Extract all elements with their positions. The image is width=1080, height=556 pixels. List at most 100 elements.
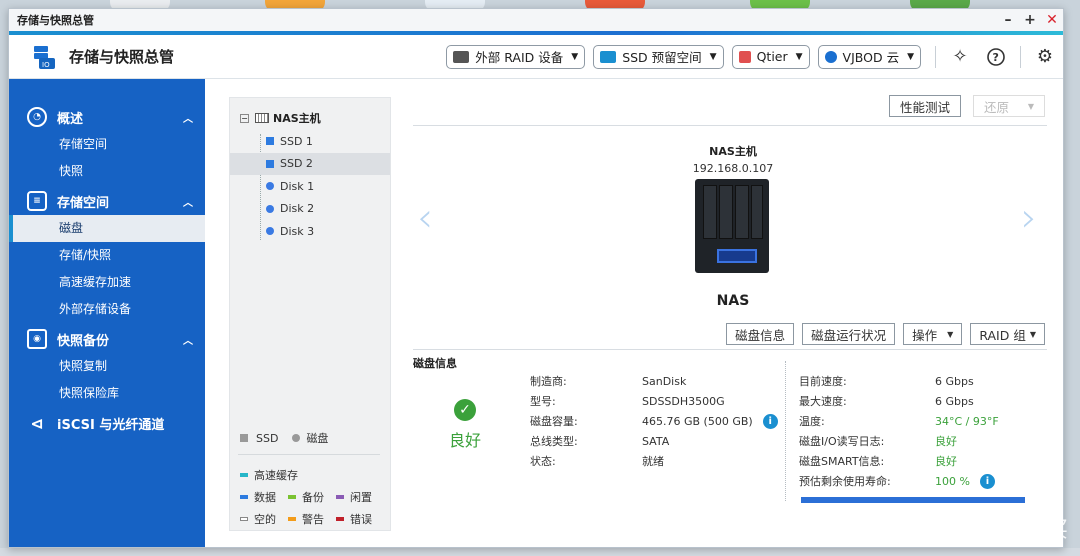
life-remaining-fill bbox=[801, 497, 1025, 503]
tree-item-disk3[interactable]: Disk 3 bbox=[230, 220, 390, 243]
legend-swatch bbox=[336, 517, 344, 521]
sidebar-item-snapshot-replica[interactable]: 快照复制 bbox=[9, 353, 205, 380]
close-icon[interactable]: ✕ bbox=[1041, 12, 1063, 28]
tools-icon[interactable]: ✧ bbox=[948, 45, 972, 69]
hdd-type-icon bbox=[266, 204, 274, 213]
sidebar-item-snapshot-overview[interactable]: 快照 bbox=[9, 158, 205, 185]
operate-dropdown[interactable]: 操作 ▼ bbox=[903, 323, 963, 345]
legend-swatch bbox=[240, 495, 248, 499]
disk-actions: 磁盘信息 磁盘运行状况 操作 ▼ RAID 组 ▼ bbox=[718, 323, 1045, 345]
tree-item-label: Disk 1 bbox=[280, 179, 315, 193]
qtier-icon bbox=[738, 50, 751, 63]
tree-item-ssd1[interactable]: SSD 1 bbox=[230, 130, 390, 153]
collapse-icon[interactable]: − bbox=[240, 113, 249, 123]
iscsi-icon: ⊲ bbox=[30, 413, 44, 433]
database-icon: ≡ bbox=[27, 191, 47, 211]
tree-item-ssd2[interactable]: SSD 2 bbox=[230, 152, 390, 175]
tree-item-disk1[interactable]: Disk 1 bbox=[230, 175, 390, 198]
external-raid-button[interactable]: 外部 RAID 设备 ▼ bbox=[446, 44, 586, 69]
chevron-down-icon: ▼ bbox=[795, 51, 803, 62]
desktop-bottom-strip bbox=[0, 548, 1080, 556]
tree-item-label: SSD 2 bbox=[280, 157, 313, 171]
legend-swatch bbox=[240, 473, 248, 477]
info-row: 预估剩余使用寿命: 100 % i bbox=[799, 471, 999, 491]
raid-group-label: RAID 组 bbox=[979, 327, 1026, 343]
minimize-icon[interactable]: – bbox=[997, 12, 1019, 28]
info-value: SDSSDH3500G bbox=[642, 394, 725, 408]
sidebar-item-storage-snapshots[interactable]: 存储/快照 bbox=[9, 242, 205, 269]
sidebar-section-label: 快照备份 bbox=[57, 333, 110, 349]
disk-health-button[interactable]: 磁盘运行状况 bbox=[802, 323, 896, 345]
legend-data: 数据 bbox=[240, 489, 276, 505]
info-value: 良好 bbox=[935, 455, 957, 468]
restore-button[interactable]: 还原 ▼ bbox=[973, 95, 1045, 117]
app-window: 存储与快照总管 – + ✕ IO 存储与快照总管 外部 RAID 设备 ▼ SS… bbox=[8, 8, 1064, 548]
sidebar-section-snapshot-backup[interactable]: ◉ 快照备份 ︿ bbox=[9, 325, 205, 353]
vjbod-cloud-label: VJBOD 云 bbox=[842, 50, 900, 65]
info-row: 总线类型: SATA bbox=[530, 431, 778, 451]
disk-info-title: 磁盘信息 bbox=[413, 357, 457, 370]
legend-swatch bbox=[288, 517, 296, 521]
vjbod-cloud-icon bbox=[824, 50, 837, 63]
info-row: 磁盘容量: 465.76 GB (500 GB) i bbox=[530, 411, 778, 431]
header-divider bbox=[935, 45, 936, 68]
nas-device-image[interactable] bbox=[695, 179, 769, 273]
info-key: 总线类型: bbox=[530, 435, 578, 448]
type-legend: SSD 磁盘 bbox=[240, 430, 328, 446]
legend-label: 警告 bbox=[302, 513, 324, 526]
watermark-text: 什么值得买 bbox=[957, 518, 1068, 543]
divider bbox=[413, 125, 1047, 126]
vjbod-cloud-button[interactable]: VJBOD 云 ▼ bbox=[817, 44, 921, 69]
chevron-down-icon: ▼ bbox=[709, 51, 717, 62]
legend-label: 错误 bbox=[350, 513, 372, 526]
ssd-type-icon bbox=[266, 137, 274, 146]
drive-bay bbox=[719, 185, 733, 239]
sidebar-item-disks[interactable]: 磁盘 bbox=[9, 215, 205, 242]
main-panel: − NAS主机 SSD 1 SSD 2 Disk 1 Disk 2 Disk 3… bbox=[205, 79, 1063, 547]
legend-backup: 备份 bbox=[288, 489, 324, 505]
sidebar-section-iscsi[interactable]: ⊲ iSCSI 与光纤通道 bbox=[9, 409, 205, 437]
ssd-overprovision-label: SSD 预留空间 bbox=[622, 50, 702, 65]
ssd-overprovision-button[interactable]: SSD 预留空间 ▼ bbox=[593, 44, 724, 69]
tree-item-disk2[interactable]: Disk 2 bbox=[230, 198, 390, 221]
chevron-up-icon: ︿ bbox=[183, 197, 193, 209]
sidebar-item-storage-overview[interactable]: 存储空间 bbox=[9, 131, 205, 158]
device-ip: 192.168.0.107 bbox=[692, 162, 774, 175]
svg-text:IO: IO bbox=[42, 61, 50, 69]
info-icon[interactable]: i bbox=[979, 473, 995, 489]
tree-root-label: NAS主机 bbox=[273, 112, 321, 125]
prev-arrow-icon[interactable]: ‹ bbox=[417, 195, 433, 241]
disk-info-button[interactable]: 磁盘信息 bbox=[726, 323, 795, 345]
chevron-down-icon: ▼ bbox=[1029, 329, 1036, 339]
performance-test-button[interactable]: 性能测试 bbox=[888, 95, 961, 117]
sidebar-section-label: 存储空间 bbox=[57, 195, 110, 211]
sidebar: ◔ 概述 ︿ 存储空间 快照 ≡ 存储空间 ︿ 磁盘 存储/快照 高速缓存加速 … bbox=[9, 79, 205, 547]
sidebar-item-cache-acceleration[interactable]: 高速缓存加速 bbox=[9, 269, 205, 296]
sidebar-item-external-storage[interactable]: 外部存储设备 bbox=[9, 296, 205, 323]
raid-group-dropdown[interactable]: RAID 组 ▼ bbox=[970, 323, 1045, 345]
sidebar-item-snapshot-vault[interactable]: 快照保险库 bbox=[9, 380, 205, 407]
top-tools: 性能测试 还原 ▼ bbox=[877, 95, 1045, 117]
info-row: 磁盘I/O读写日志: 良好 bbox=[799, 431, 999, 451]
disk-info-right: 目前速度: 6 Gbps 最大速度: 6 Gbps 温度: 34°C / 93°F 磁… bbox=[799, 371, 999, 491]
sidebar-section-overview[interactable]: ◔ 概述 ︿ bbox=[9, 103, 205, 131]
qtier-button[interactable]: Qtier ▼ bbox=[731, 44, 810, 69]
info-value-wrap: 465.76 GB (500 GB) i bbox=[642, 413, 778, 429]
watermark: 值 什么值得买 bbox=[923, 512, 1068, 544]
maximize-icon[interactable]: + bbox=[1019, 12, 1041, 28]
gear-icon[interactable]: ⚙ bbox=[1033, 45, 1057, 69]
sidebar-section-storage[interactable]: ≡ 存储空间 ︿ bbox=[9, 187, 205, 215]
ssd-icon bbox=[600, 50, 617, 63]
tree-root-nas[interactable]: − NAS主机 bbox=[230, 106, 390, 130]
next-arrow-icon[interactable]: › bbox=[1021, 195, 1037, 241]
tree-item-label: SSD 1 bbox=[280, 134, 313, 148]
info-key: 磁盘SMART信息: bbox=[799, 455, 885, 468]
legend-warning: 警告 bbox=[288, 511, 324, 527]
raid-device-icon bbox=[453, 50, 470, 63]
device-title: NAS主机 bbox=[709, 145, 757, 158]
help-icon[interactable]: ? bbox=[984, 45, 1008, 69]
info-value: SATA bbox=[642, 434, 670, 448]
info-row: 目前速度: 6 Gbps bbox=[799, 371, 999, 391]
info-icon[interactable]: i bbox=[762, 413, 778, 429]
window-titlebar[interactable]: 存储与快照总管 – + ✕ bbox=[9, 9, 1063, 31]
